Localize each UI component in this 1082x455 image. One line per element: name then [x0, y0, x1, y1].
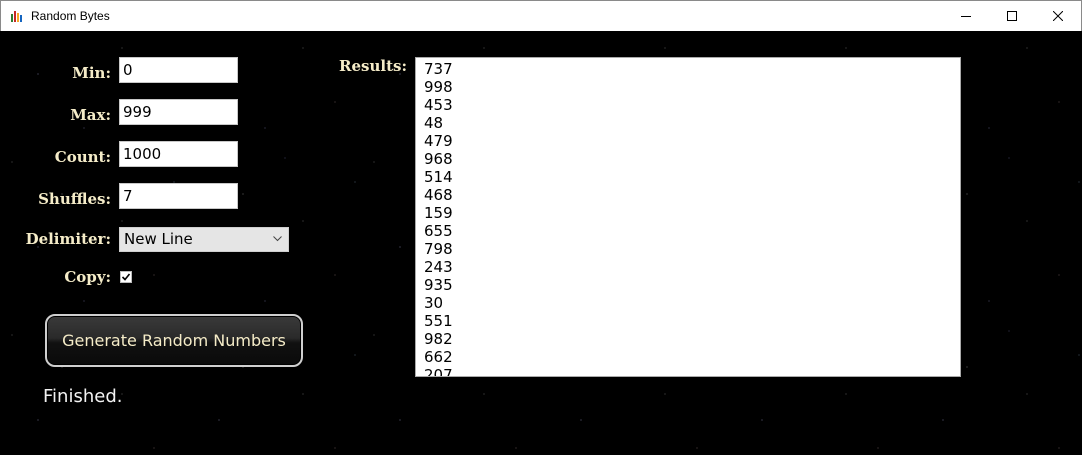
- count-label: Count:: [54, 148, 111, 166]
- close-button[interactable]: [1035, 1, 1081, 31]
- results-line: 968: [424, 150, 453, 168]
- results-label: Results:: [339, 57, 407, 75]
- maximize-icon: [1007, 11, 1017, 21]
- results-line: 982: [424, 330, 453, 348]
- results-line: 479: [424, 132, 453, 150]
- results-line: 935: [424, 276, 453, 294]
- results-line: 798: [424, 240, 453, 258]
- results-line: 514: [424, 168, 453, 186]
- shuffles-input[interactable]: [119, 183, 238, 209]
- window-title: Random Bytes: [31, 9, 110, 23]
- client-area: Min: Max: Count: Shuffles: Delimiter: Ne…: [1, 31, 1081, 454]
- results-line: 48: [424, 114, 444, 132]
- results-line: 207: [424, 366, 453, 377]
- results-line: 30: [424, 294, 444, 312]
- copy-label: Copy:: [64, 268, 111, 286]
- chevron-down-icon: [273, 236, 282, 242]
- results-line: 655: [424, 222, 453, 240]
- copy-checkbox[interactable]: [120, 271, 132, 283]
- checkmark-icon: [121, 273, 131, 281]
- results-textbox[interactable]: 737 998 453 48 479 968 514 468 159 655 798 243 935 30…: [415, 57, 961, 377]
- maximize-button[interactable]: [989, 1, 1035, 31]
- close-icon: [1053, 11, 1063, 21]
- results-line: 468: [424, 186, 453, 204]
- max-input[interactable]: [119, 99, 238, 125]
- results-line: 737: [424, 60, 453, 78]
- shuffles-label: Shuffles:: [38, 190, 111, 208]
- min-input[interactable]: [119, 57, 238, 83]
- status-text: Finished.: [43, 386, 123, 407]
- results-line: 159: [424, 204, 453, 222]
- count-input[interactable]: [119, 141, 238, 167]
- max-label: Max:: [70, 106, 111, 124]
- results-line: 243: [424, 258, 453, 276]
- app-bars-icon: [11, 11, 22, 22]
- delimiter-value: New Line: [124, 230, 193, 248]
- delimiter-select[interactable]: New Line: [119, 227, 289, 252]
- results-line: 453: [424, 96, 453, 114]
- minimize-button[interactable]: [943, 1, 989, 31]
- min-label: Min:: [72, 64, 111, 82]
- results-line: 998: [424, 78, 453, 96]
- minimize-icon: [961, 16, 971, 17]
- title-bar[interactable]: Random Bytes: [0, 0, 1082, 31]
- generate-button[interactable]: Generate Random Numbers: [45, 314, 303, 367]
- results-list: 737 998 453 48 479 968 514 468 159 655 798 243 935 30…: [424, 60, 952, 377]
- results-line: 551: [424, 312, 453, 330]
- delimiter-label: Delimiter:: [25, 230, 111, 248]
- results-line: 662: [424, 348, 453, 366]
